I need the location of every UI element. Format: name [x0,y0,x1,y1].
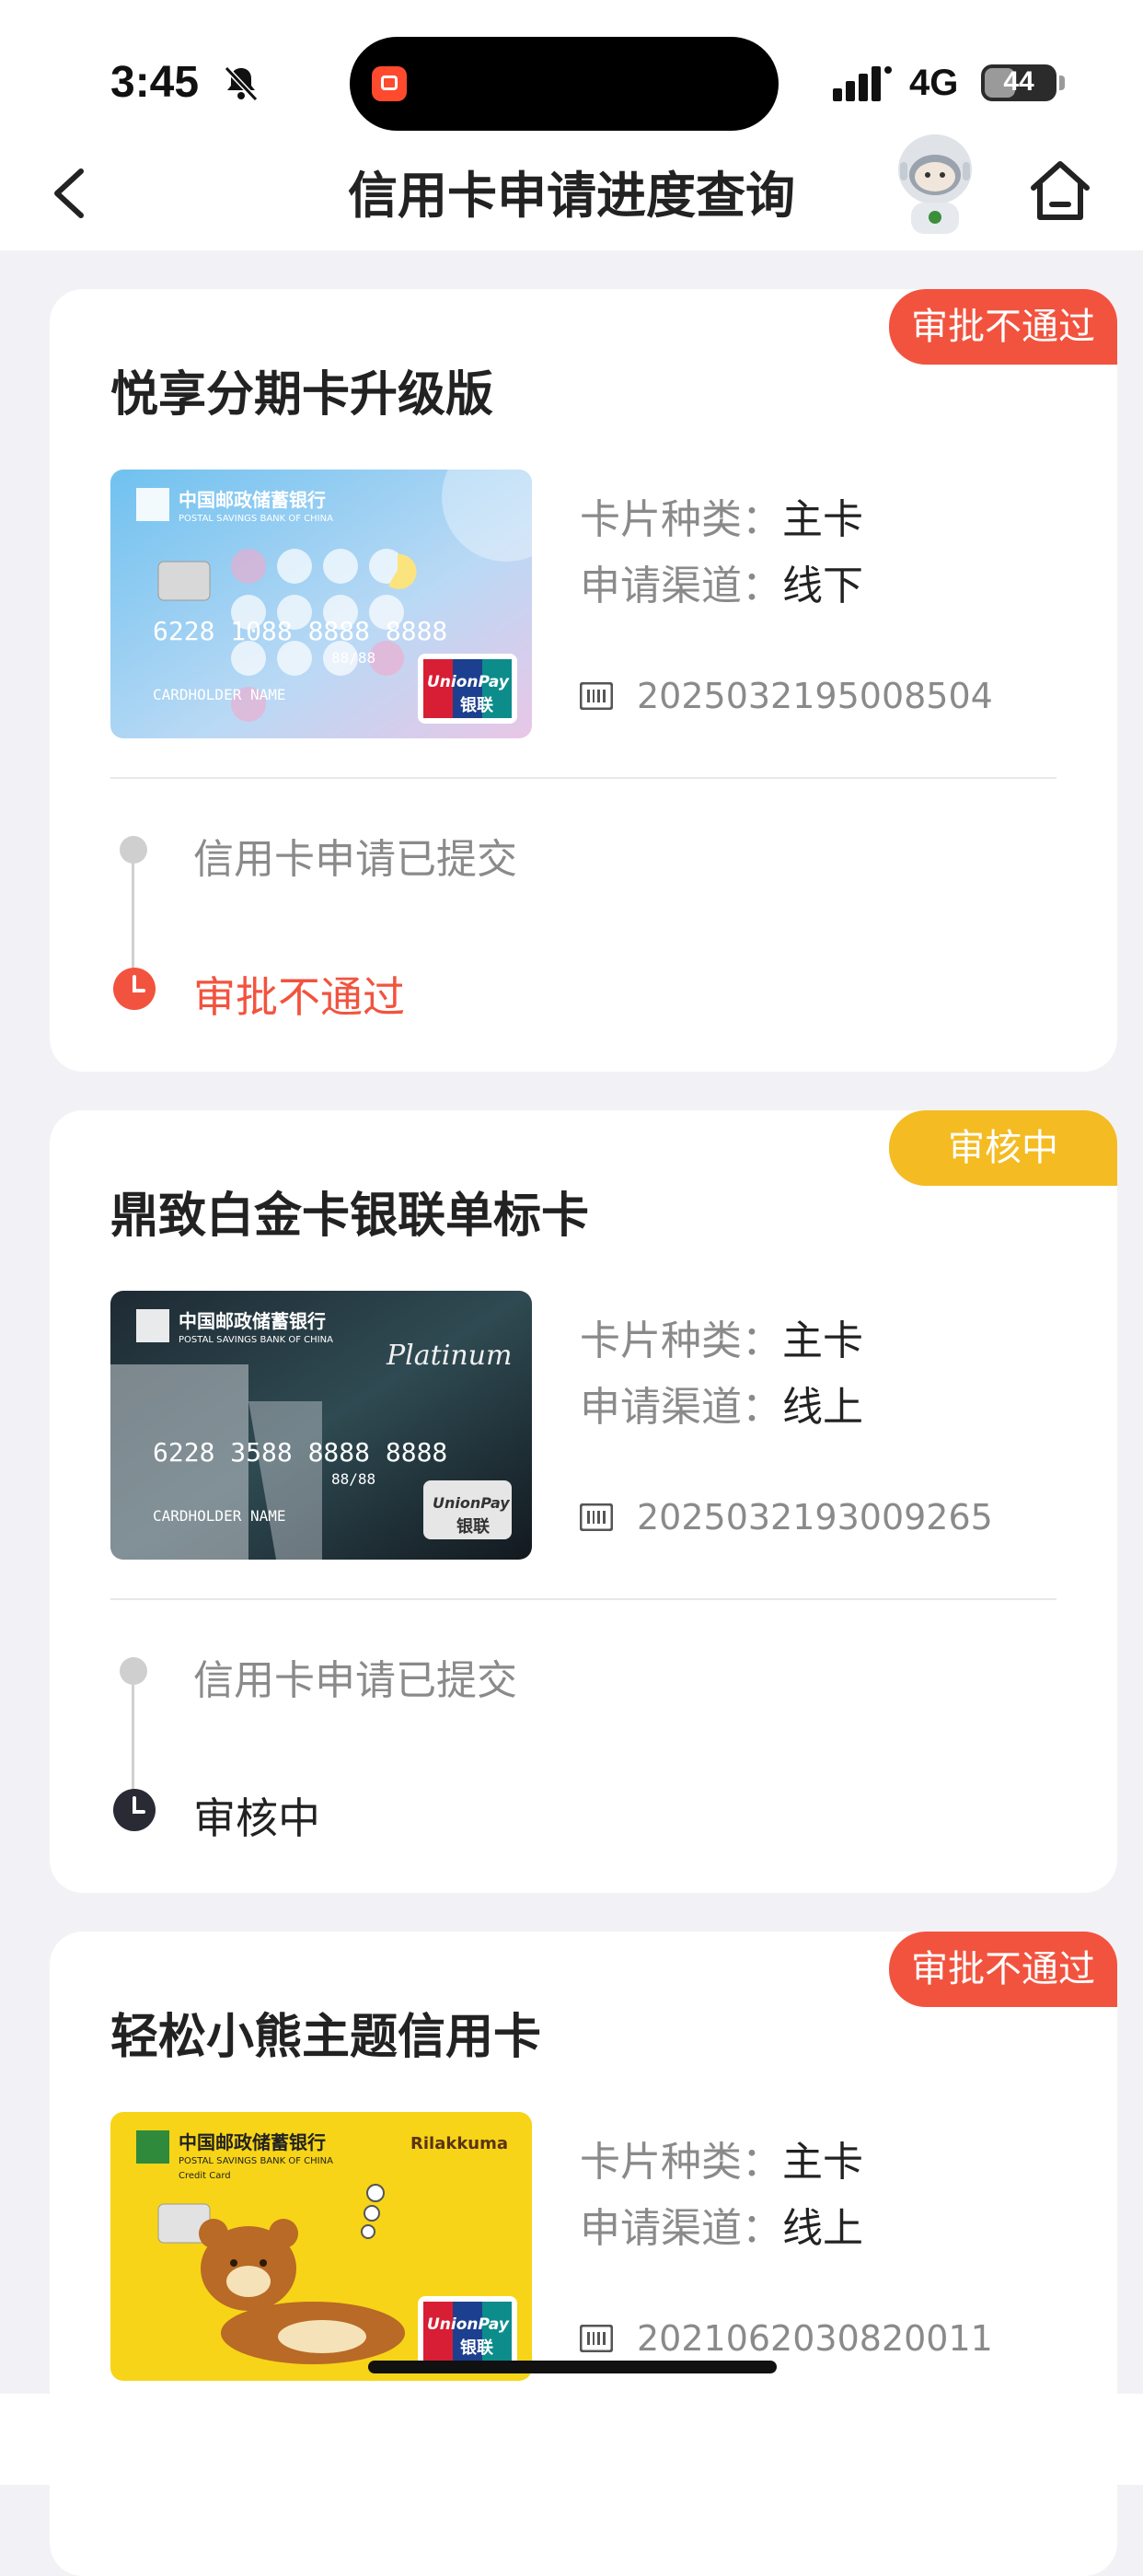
app-activity-icon [372,66,407,101]
status-badge: 审核中 [889,1110,1117,1186]
card-type-row: 卡片种类：主卡 [580,1307,863,1366]
credit-card-label: Credit Card [179,2171,231,2181]
channel-row: 申请渠道：线上 [580,2195,863,2254]
application-card[interactable]: 审核中 鼎致白金卡银联单标卡 中国邮政储蓄银行 POSTAL SAVINGS B… [50,1110,1117,1893]
channel-value: 线上 [782,1384,863,1431]
card-type-label: 卡片种类： [580,1317,782,1364]
timeline-dot [120,1657,147,1685]
timeline-line [132,1683,134,1793]
application-number-value: 2025032195008504 [637,676,993,716]
unionpay-cn: 银联 [456,1516,490,1537]
status-bar: 3:45 4G 44 [0,0,1143,138]
card-type-value: 主卡 [782,2139,863,2186]
platinum-label: Platinum [386,1340,512,1372]
card-type-label: 卡片种类： [580,2139,782,2186]
unionpay-logo: UnionPay [427,673,510,691]
barcode-icon [580,2325,613,2352]
unionpay-logo: UnionPay [433,1494,510,1512]
timeline-dot [120,836,147,864]
battery-icon: 44 [981,64,1056,101]
channel-label: 申请渠道： [580,1384,782,1431]
signal-icon [833,66,892,101]
timeline-step-result: 审批不通过 [193,972,405,1022]
valid-thru: 88/88 [331,1470,375,1488]
status-time: 3:45 [110,58,200,107]
barcode-icon [580,682,613,710]
cardholder-name: CARDHOLDER NAME [153,686,286,703]
card-product-name: 轻松小熊主题信用卡 [110,2010,542,2065]
barcode-icon [580,1503,613,1531]
bank-name-en: POSTAL SAVINGS BANK OF CHINA [179,2156,333,2166]
application-card[interactable]: 审批不通过 悦享分期卡升级版 中国邮政储蓄银行 POSTAL SAVINGS B… [50,289,1117,1072]
rilakkuma-logo: Rilakkuma [410,2134,508,2153]
timeline-step-submitted: 信用卡申请已提交 [193,836,517,883]
dynamic-island [350,37,779,131]
network-type: 4G [909,63,959,103]
channel-label: 申请渠道： [580,2205,782,2252]
card-type-label: 卡片种类： [580,496,782,543]
application-number-value: 2025032193009265 [637,1497,993,1537]
card-image: 中国邮政储蓄银行 POSTAL SAVINGS BANK OF CHINA Pl… [110,1291,532,1560]
card-number-art: 6228 3588 8888 8888 [153,1437,447,1468]
bank-name-en: POSTAL SAVINGS BANK OF CHINA [179,1335,333,1345]
bank-name-cn: 中国邮政储蓄银行 [179,489,326,511]
home-indicator[interactable] [368,2361,777,2373]
unionpay-cn: 银联 [460,2338,493,2358]
timeline-step-result: 审核中 [193,1793,320,1843]
channel-row: 申请渠道：线上 [580,1374,863,1433]
robot-mascot-icon[interactable] [883,129,987,239]
clock-icon [113,968,156,1010]
valid-thru: 88/88 [331,649,375,667]
card-image: 中国邮政储蓄银行 POSTAL SAVINGS BANK OF CHINA 62… [110,470,532,738]
home-icon[interactable] [1026,155,1094,226]
status-badge: 审批不通过 [889,289,1117,365]
bank-name-cn: 中国邮政储蓄银行 [179,1310,326,1332]
nav-bar: 信用卡申请进度查询 [0,134,1143,250]
bank-name-cn: 中国邮政储蓄银行 [179,2131,326,2153]
bell-slash-icon [224,65,259,102]
cardholder-name: CARDHOLDER NAME [153,1507,286,1525]
channel-label: 申请渠道： [580,563,782,609]
application-number: 2021062030820011 [580,2318,993,2359]
card-number-art: 6228 1088 8888 8888 [153,616,447,646]
card-type-value: 主卡 [782,1317,863,1364]
unionpay-cn: 银联 [460,695,493,715]
bank-name-en: POSTAL SAVINGS BANK OF CHINA [179,514,333,524]
bottom-safe-area [0,2394,1143,2485]
card-image: 中国邮政储蓄银行 POSTAL SAVINGS BANK OF CHINA Cr… [110,2112,532,2381]
battery-level: 44 [1003,66,1034,97]
clock-icon [113,1789,156,1831]
card-type-value: 主卡 [782,496,863,543]
application-number: 2025032195008504 [580,676,993,716]
battery-tip [1059,75,1065,90]
divider [110,1598,1056,1600]
channel-row: 申请渠道：线下 [580,552,863,611]
card-product-name: 悦享分期卡升级版 [110,367,494,423]
timeline-line [132,862,134,972]
unionpay-logo: UnionPay [427,2315,510,2334]
status-badge: 审批不通过 [889,1932,1117,2007]
timeline-step-submitted: 信用卡申请已提交 [193,1657,517,1704]
card-type-row: 卡片种类：主卡 [580,486,863,545]
card-type-row: 卡片种类：主卡 [580,2129,863,2187]
application-number-value: 2021062030820011 [637,2318,993,2359]
channel-value: 线下 [782,563,863,609]
divider [110,777,1056,779]
application-number: 2025032193009265 [580,1497,993,1537]
channel-value: 线上 [782,2205,863,2252]
card-product-name: 鼎致白金卡银联单标卡 [110,1189,590,1244]
